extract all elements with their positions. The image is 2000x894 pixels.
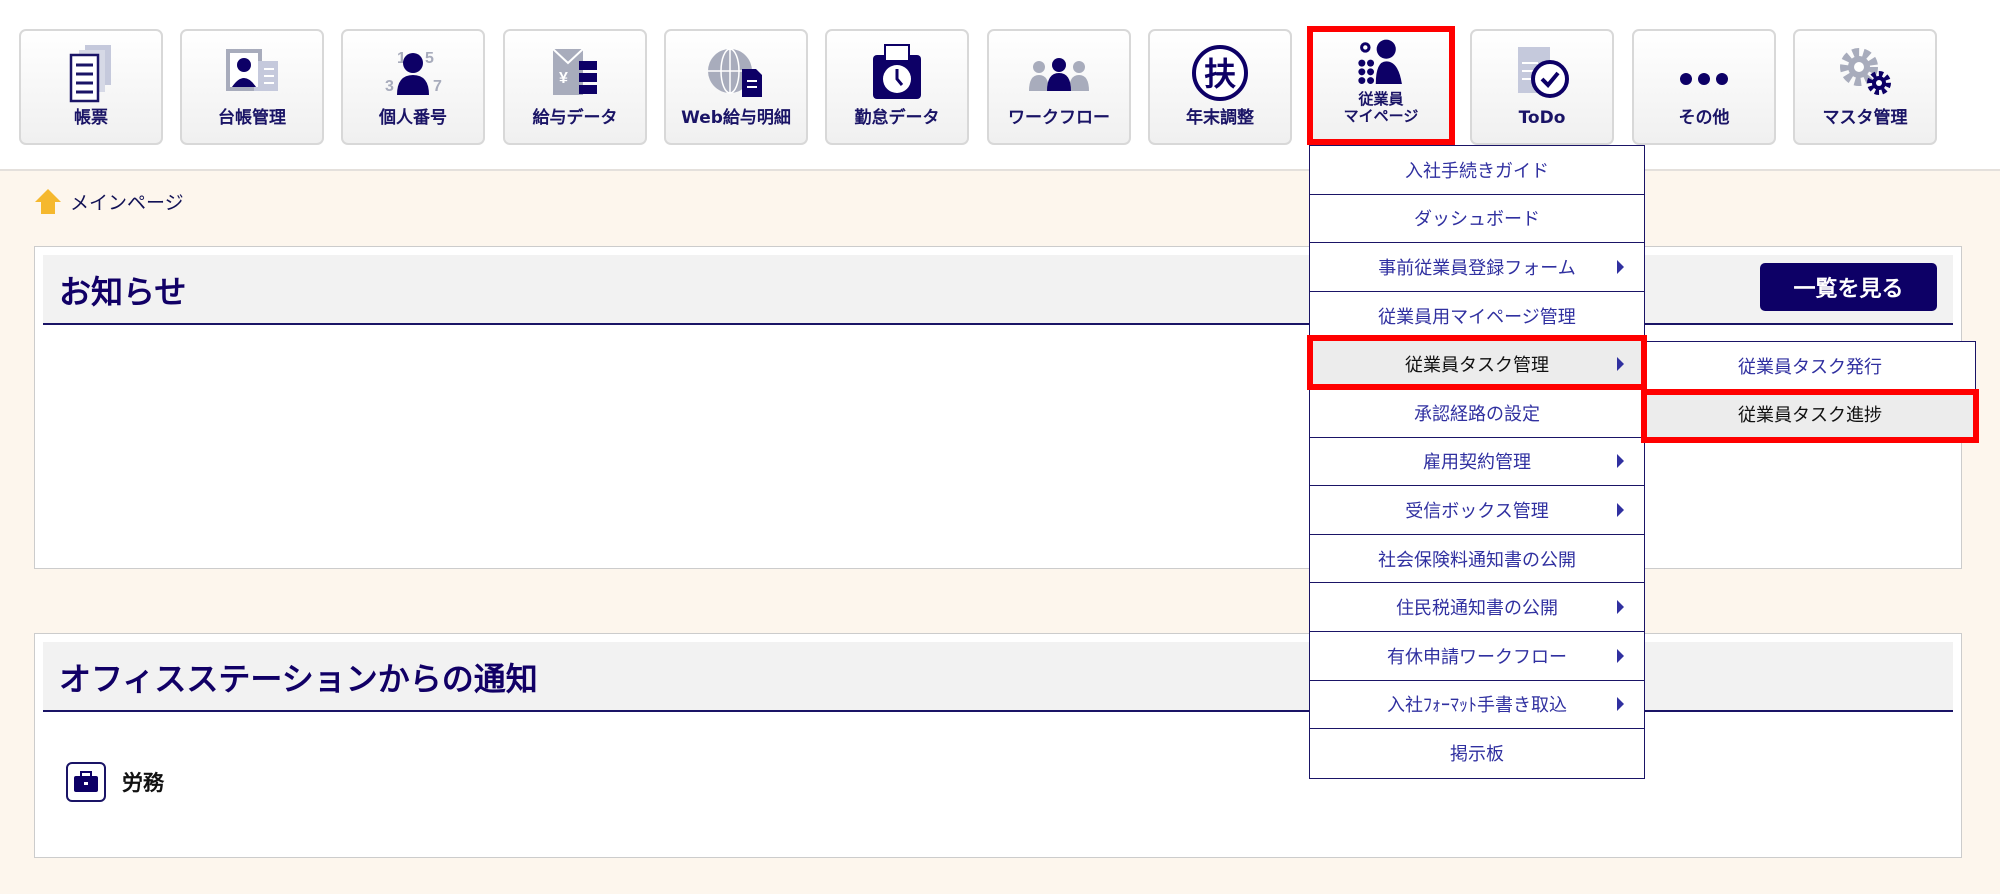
employee-task-submenu: 従業員タスク発行 従業員タスク進捗 [1644,341,1976,439]
nav-label: 勤怠データ [854,108,940,128]
notices-title: お知らせ [59,273,187,311]
submenu-arrow-icon [1617,259,1624,274]
menu-item-label: 入社ﾌｫｰﾏｯﾄ手書き取込 [1387,695,1567,717]
nav-label: マスタ管理 [1822,108,1908,128]
top-nav-bar: 帳票 台帳管理 1537 個人番号 ¥ 給与データ Web給与明細 勤怠データ … [0,0,2000,171]
briefcase-icon [66,762,106,802]
nav-button-master[interactable]: マスタ管理 [1793,29,1937,145]
timecard-icon [873,44,921,99]
documents-icon [69,45,111,103]
svg-text:5: 5 [425,50,434,67]
employee-mypage-icon [1358,39,1402,85]
home-icon [35,189,61,214]
employee-mypage-dropdown: 入社手続きガイド ダッシュボード事前従業員登録フォーム 従業員用マイページ管理 従業員… [1309,145,1645,779]
nav-label: Web給与明細 [681,108,791,128]
id-card-icon [226,49,278,91]
nav-button-workflow[interactable]: ワークフロー [987,29,1131,145]
todo-icon [1518,47,1569,98]
menu-item[interactable]: 入社ﾌｫｰﾏｯﾄ手書き取込 [1310,681,1644,730]
menu-item[interactable]: ダッシュボード [1310,195,1644,244]
submenu-arrow-icon [1617,697,1624,712]
menu-item[interactable]: 受信ボックス管理 [1310,486,1644,535]
menu-item[interactable]: 雇用契約管理 [1310,438,1644,487]
svg-text:3: 3 [385,78,394,95]
menu-item-label: 事前従業員登録フォーム [1378,257,1576,279]
submenu-arrow-icon [1617,357,1624,372]
menu-item-label: 入社手続きガイド [1405,160,1549,182]
svg-text:扶: 扶 [1204,55,1236,93]
menu-item[interactable]: 従業員タスク管理 [1310,340,1644,389]
submenu-arrow-icon [1617,502,1624,517]
category-labor[interactable]: 労務 [66,762,164,802]
breadcrumb-main-page[interactable]: メインページ [70,188,184,215]
person-numbers-icon: 1 53 7 [385,50,442,95]
menu-item[interactable]: 掲示板 [1310,729,1644,778]
nav-label-2: マイページ [1343,107,1419,125]
submenu-arrow-icon [1617,648,1624,663]
menu-item-label: 有休申請ワークフロー [1387,646,1567,668]
nav-label: 従業員 [1358,90,1404,108]
nav-label: 台帳管理 [218,108,286,128]
menu-item[interactable]: 承認経路の設定 [1310,389,1644,438]
menu-item[interactable]: 従業員用マイページ管理 [1310,292,1644,341]
nav-button-my-number[interactable]: 1537 個人番号 [341,29,485,145]
nav-button-attendance[interactable]: 勤怠データ [825,29,969,145]
payroll-icon: ¥ [552,48,597,95]
notices-header: お知らせ 一覧を見る [43,255,1953,325]
nav-label: ワークフロー [1008,108,1110,128]
menu-item-label: 雇用契約管理 [1423,452,1531,474]
submenu-item-label: 従業員タスク進捗 [1738,405,1882,426]
menu-item-label: 掲示板 [1450,744,1504,766]
nav-button-todo[interactable]: ToDo [1470,29,1614,145]
office-station-panel: オフィスステーションからの通知 [34,633,1962,858]
breadcrumb[interactable]: メインページ [34,187,184,215]
menu-item[interactable]: 住民税通知書の公開 [1310,583,1644,632]
nav-button-year-end[interactable]: 扶 年末調整 [1148,29,1292,145]
nav-button-other[interactable]: その他 [1632,29,1776,145]
menu-item-label: 受信ボックス管理 [1405,500,1549,522]
gear-icon [1840,48,1891,95]
submenu-arrow-icon [1617,454,1624,469]
svg-text:7: 7 [433,78,442,95]
submenu-arrow-icon [1617,600,1624,615]
nav-button-forms[interactable]: 帳票 [19,29,163,145]
menu-item[interactable]: 有休申請ワークフロー [1310,632,1644,681]
category-label: 労務 [122,771,164,795]
nav-button-payroll[interactable]: ¥ 給与データ [503,29,647,145]
nav-button-employee-mypage[interactable]: 従業員 マイページ [1309,29,1453,145]
menu-item-label: 承認経路の設定 [1414,403,1540,425]
submenu-item-label: 従業員タスク発行 [1738,356,1882,378]
nav-label: その他 [1678,108,1730,128]
office-station-header: オフィスステーションからの通知 [43,642,1953,712]
office-station-title: オフィスステーションからの通知 [59,660,538,698]
menu-item[interactable]: 事前従業員登録フォーム [1310,243,1644,292]
menu-item-label: 従業員タスク管理 [1405,355,1549,377]
more-icon [1680,73,1728,85]
nav-label: 年末調整 [1186,108,1254,128]
menu-item-label: 住民税通知書の公開 [1396,598,1558,620]
nav-label: 給与データ [532,108,618,128]
submenu-item[interactable]: 従業員タスク進捗 [1645,390,1975,438]
nav-button-ledger[interactable]: 台帳管理 [180,29,324,145]
submenu-item[interactable]: 従業員タスク発行 [1645,342,1975,390]
nav-button-web-payslip[interactable]: Web給与明細 [664,29,808,145]
menu-item-label: ダッシュボード [1414,209,1540,231]
nav-label: 個人番号 [379,108,447,128]
nav-label: ToDo [1518,108,1566,128]
nav-label: 帳票 [74,108,108,128]
workflow-icon [1029,58,1089,91]
menu-item[interactable]: 入社手続きガイド [1310,146,1644,195]
menu-item[interactable]: 社会保険料通知書の公開 [1310,535,1644,584]
svg-text:¥: ¥ [559,70,568,87]
web-document-icon [708,48,762,97]
view-all-button[interactable]: 一覧を見る [1760,263,1937,311]
menu-item-label: 社会保険料通知書の公開 [1378,549,1576,571]
menu-item-label: 従業員用マイページ管理 [1378,306,1576,328]
fu-icon: 扶 [1192,45,1248,101]
